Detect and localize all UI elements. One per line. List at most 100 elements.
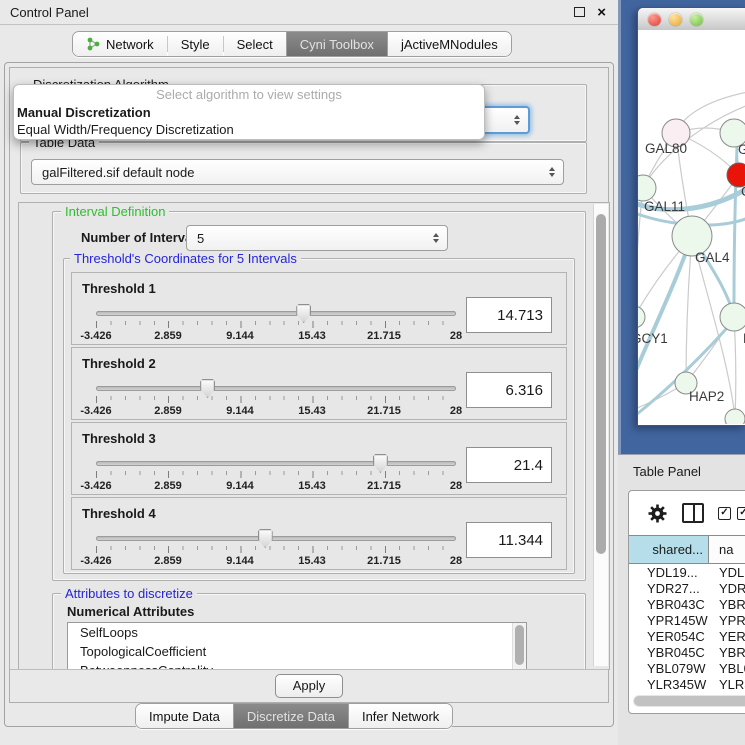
table-row[interactable]: YDL19...YDL1 [629,564,745,580]
columns-icon[interactable] [682,503,704,523]
table-horizontal-scrollbar[interactable] [633,695,745,707]
slider-track[interactable] [96,311,456,316]
list-item[interactable]: TopologicalCoefficient [68,642,526,661]
algorithm-placeholder-item[interactable]: Select algorithm to view settings [14,85,484,104]
tab-cyni-toolbox[interactable]: Cyni Toolbox [286,32,387,56]
close-icon[interactable]: × [597,5,606,20]
node-partial-h[interactable] [720,303,745,331]
combo-stepper-icon [549,160,555,184]
threshold-3-label: Threshold 3 [82,431,156,446]
cell[interactable]: YDL1 [709,565,745,580]
cell[interactable]: YLR3 [709,677,745,692]
threshold-2-value-field[interactable]: 6.316 [466,372,552,408]
table-row[interactable]: YLR345WYLR3 [629,676,745,692]
table-row[interactable]: YDR27...YDR2 [629,580,745,596]
close-window-icon[interactable] [648,13,661,26]
slider-tick-labels: -3.4262.8599.14415.4321.71528 [96,330,456,343]
threshold-3-value-field[interactable]: 21.4 [466,447,552,483]
tab-jactivemnodules-label: jActiveMNodules [401,37,498,52]
cell[interactable]: YER054C [629,629,709,644]
tab-style-label: Style [181,37,210,52]
gear-icon[interactable] [647,503,668,524]
table-row[interactable]: YBL079WYBL0 [629,660,745,676]
algorithm-option-manual[interactable]: Manual Discretization [14,104,484,121]
slider-ticks [96,546,457,553]
tick-label: 15.43 [298,480,326,492]
network-window-titlebar[interactable] [638,8,745,31]
cell[interactable]: YPR145W [629,613,709,628]
algorithm-option-equal-width[interactable]: Equal Width/Frequency Discretization [14,121,484,138]
tab-impute-data[interactable]: Impute Data [136,704,233,728]
threshold-coordinates-group-title: Threshold's Coordinates for 5 Intervals [70,251,301,266]
node-bottom[interactable] [725,409,745,424]
algorithm-dropdown-popup: Select algorithm to view settings Manual… [13,84,485,140]
tick-label: 21.715 [367,330,401,342]
tick-label: 9.144 [226,555,254,567]
scrollbar-thumb[interactable] [634,696,745,706]
column-header-name[interactable]: na [709,536,745,564]
network-canvas[interactable]: GAL80 G C GAL11 GAL4 GCY1 H HAP2 [638,30,745,425]
tick-label: 2.859 [154,405,182,417]
cell[interactable]: YBR0 [709,597,745,612]
cell[interactable]: YBL079W [629,661,709,676]
checkbox-icon[interactable]: ✓ [718,507,731,520]
tab-infer-network[interactable]: Infer Network [348,704,452,728]
slider-track[interactable] [96,536,456,541]
cell[interactable]: YBR0 [709,645,745,660]
node-gcy1[interactable] [638,306,645,328]
cyni-toolbox-panel: Discretization Algorithm Table Data galF… [4,62,614,727]
tab-impute-data-label: Impute Data [149,709,220,724]
slider-track[interactable] [96,461,456,466]
threshold-4-slider[interactable]: -3.4262.8599.14415.4321.71528 [96,532,456,568]
tab-network[interactable]: Network [73,32,167,56]
tick-label: 28 [450,405,462,417]
minimize-window-icon[interactable] [669,13,682,26]
table-panel-region: ✓ ✓ shared... na YDL19...YDL1 YDR27...YD… [618,487,745,745]
node-gal11[interactable] [638,175,656,201]
cell[interactable]: YPR1 [709,613,745,628]
apply-button[interactable]: Apply [275,674,343,698]
checkbox-icon[interactable]: ✓ [737,507,745,520]
cell[interactable]: YBL0 [709,661,745,676]
cell[interactable]: YBR043C [629,597,709,612]
cell[interactable]: YDR27... [629,581,709,596]
numerical-attributes-list[interactable]: SelfLoops TopologicalCoefficient Between… [67,622,527,670]
tab-select-label: Select [237,37,273,52]
column-header-shared-name[interactable]: shared... [629,536,709,564]
cell[interactable]: YER0 [709,629,745,644]
node-label-gal80: GAL80 [645,141,687,156]
tab-style[interactable]: Style [168,32,223,56]
settings-scrollbar[interactable] [593,204,608,666]
table-row[interactable]: YER054CYER0 [629,628,745,644]
cell[interactable]: YDR2 [709,581,745,596]
zoom-window-icon[interactable] [690,13,703,26]
tab-select[interactable]: Select [224,32,286,56]
table-row[interactable]: YPR145WYPR1 [629,612,745,628]
threshold-2-slider[interactable]: -3.4262.8599.14415.4321.71528 [96,382,456,418]
list-scrollbar[interactable] [512,623,526,670]
slider-track[interactable] [96,386,456,391]
interval-definition-group: Interval Definition Number of Intervals … [52,211,586,581]
cell[interactable]: YDL19... [629,565,709,580]
node-label-partial-c: C [741,184,745,199]
table-row[interactable]: YBR045CYBR0 [629,644,745,660]
cell[interactable]: YLR345W [629,677,709,692]
list-item[interactable]: SelfLoops [68,623,526,642]
table-data-combo[interactable]: galFiltered.sif default node [31,159,564,185]
tab-discretize-data[interactable]: Discretize Data [233,704,348,728]
threshold-3-slider[interactable]: -3.4262.8599.14415.4321.71528 [96,457,456,493]
threshold-1-value-field[interactable]: 14.713 [466,297,552,333]
float-window-icon[interactable] [574,7,585,17]
slider-ticks [96,321,457,328]
threshold-1-slider[interactable]: -3.4262.8599.14415.4321.71528 [96,307,456,343]
cell[interactable]: YBR045C [629,645,709,660]
combo-stepper-icon [433,226,439,250]
threshold-4-value-field[interactable]: 11.344 [466,522,552,558]
number-of-intervals-combo[interactable]: 5 [186,225,448,251]
table-row[interactable]: YBR043CYBR0 [629,596,745,612]
threshold-1-panel: Threshold 1 -3.4262.8599.14415.4321.7152… [71,272,567,345]
tab-jactivemnodules[interactable]: jActiveMNodules [387,32,511,56]
scrollbar-thumb[interactable] [596,214,606,554]
network-window[interactable]: GAL80 G C GAL11 GAL4 GCY1 H HAP2 [637,7,745,426]
tick-label: 28 [450,330,462,342]
